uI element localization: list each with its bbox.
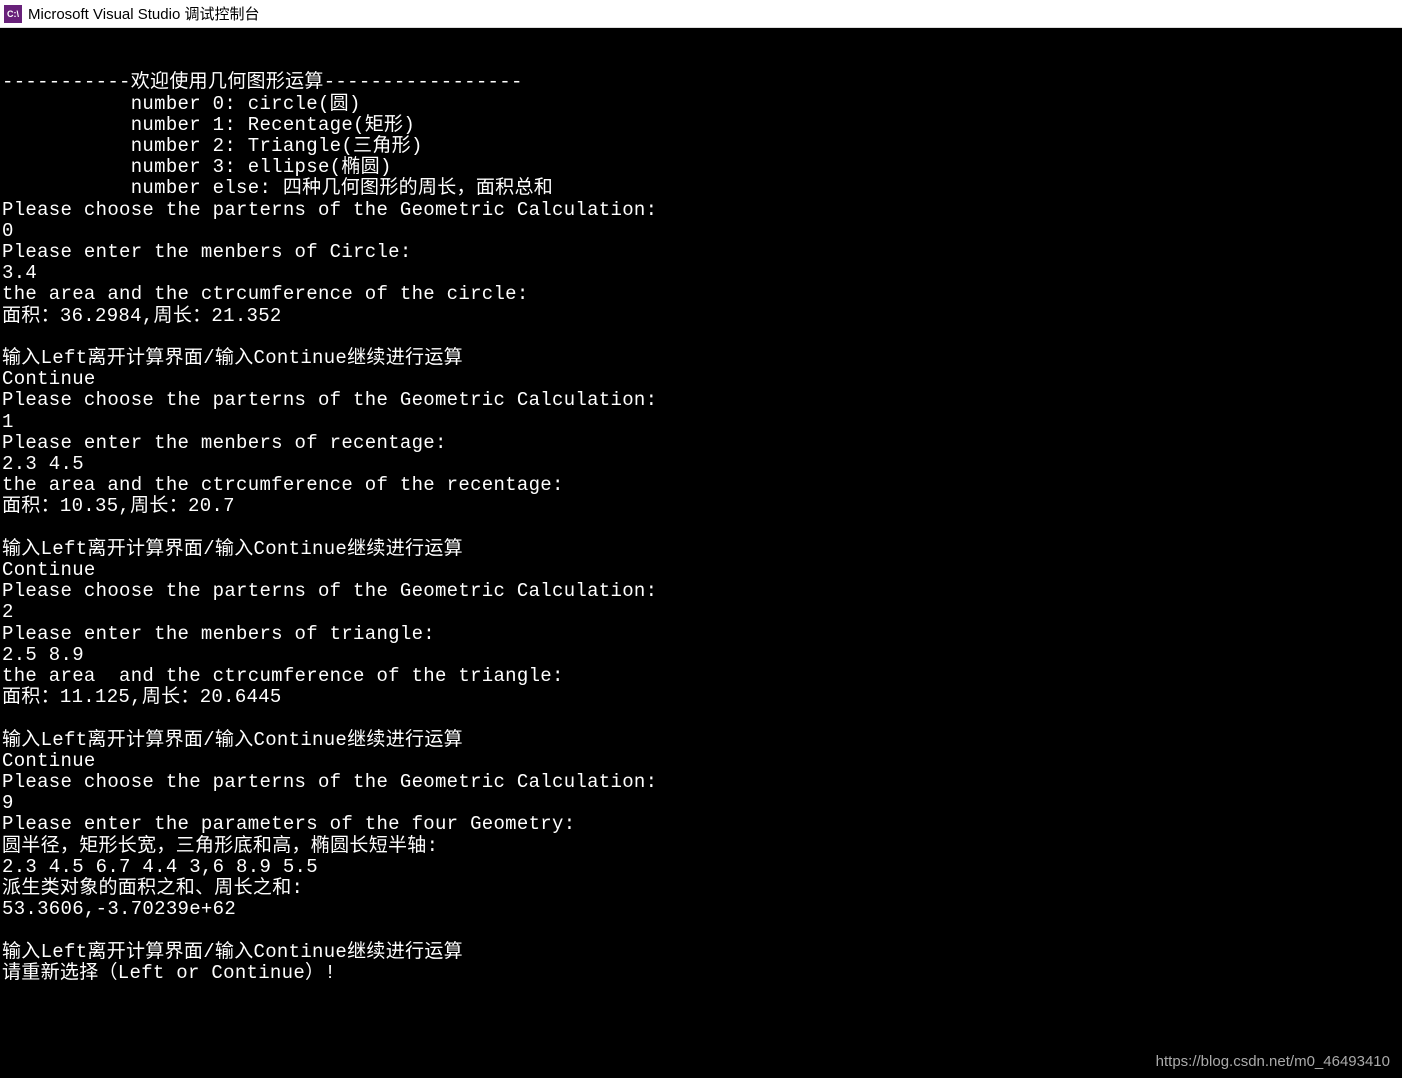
console-line: 53.3606,-3.70239e+62 [2,899,1400,920]
console-line: 请重新选择（Left or Continue）! [2,963,1400,984]
console-line: the area and the ctrcumference of the tr… [2,666,1400,687]
console-line [2,327,1400,348]
console-line: 派生类对象的面积之和、周长之和: [2,878,1400,899]
console-line: 3.4 [2,263,1400,284]
console-line: 面积：10.35,周长：20.7 [2,496,1400,517]
console-line: Please choose the parterns of the Geomet… [2,772,1400,793]
console-line: Please enter the menbers of triangle: [2,624,1400,645]
window-title: Microsoft Visual Studio 调试控制台 [28,3,259,24]
console-line: the area and the ctrcumference of the re… [2,475,1400,496]
console-line: 输入Left离开计算界面/输入Continue继续进行运算 [2,539,1400,560]
console-line: 输入Left离开计算界面/输入Continue继续进行运算 [2,730,1400,751]
app-icon: C:\ [4,5,22,23]
console-line: 2 [2,602,1400,623]
console-line: 0 [2,221,1400,242]
console-line: 输入Left离开计算界面/输入Continue继续进行运算 [2,348,1400,369]
console-line: -----------欢迎使用几何图形运算----------------- [2,72,1400,93]
console-line: number 3: ellipse(椭圆) [2,157,1400,178]
console-line: 面积：36.2984,周长：21.352 [2,306,1400,327]
console-line: the area and the ctrcumference of the ci… [2,284,1400,305]
console-line: Please enter the menbers of Circle: [2,242,1400,263]
console-line [2,518,1400,539]
console-line: 输入Left离开计算界面/输入Continue继续进行运算 [2,942,1400,963]
console-line: Please choose the parterns of the Geomet… [2,200,1400,221]
console-output[interactable]: -----------欢迎使用几何图形运算----------------- n… [0,28,1402,1078]
console-line: 2.3 4.5 6.7 4.4 3,6 8.9 5.5 [2,857,1400,878]
console-line: 2.3 4.5 [2,454,1400,475]
console-line: Continue [2,369,1400,390]
console-line: Continue [2,751,1400,772]
console-line [2,708,1400,729]
console-line: number 1: Recentage(矩形) [2,115,1400,136]
console-line: 1 [2,412,1400,433]
console-line: number 2: Triangle(三角形) [2,136,1400,157]
console-line: number 0: circle(圆) [2,94,1400,115]
console-line: Please enter the parameters of the four … [2,814,1400,835]
console-line: Please enter the menbers of recentage: [2,433,1400,454]
watermark-text: https://blog.csdn.net/m0_46493410 [1156,1051,1390,1072]
console-line: Please choose the parterns of the Geomet… [2,581,1400,602]
console-line: 面积：11.125,周长：20.6445 [2,687,1400,708]
console-line: number else: 四种几何图形的周长，面积总和 [2,178,1400,199]
console-line: 2.5 8.9 [2,645,1400,666]
console-line: 圆半径，矩形长宽，三角形底和高，椭圆长短半轴: [2,836,1400,857]
console-line: Please choose the parterns of the Geomet… [2,390,1400,411]
console-line: Continue [2,560,1400,581]
console-line: 9 [2,793,1400,814]
title-bar[interactable]: C:\ Microsoft Visual Studio 调试控制台 [0,0,1402,28]
console-line [2,920,1400,941]
